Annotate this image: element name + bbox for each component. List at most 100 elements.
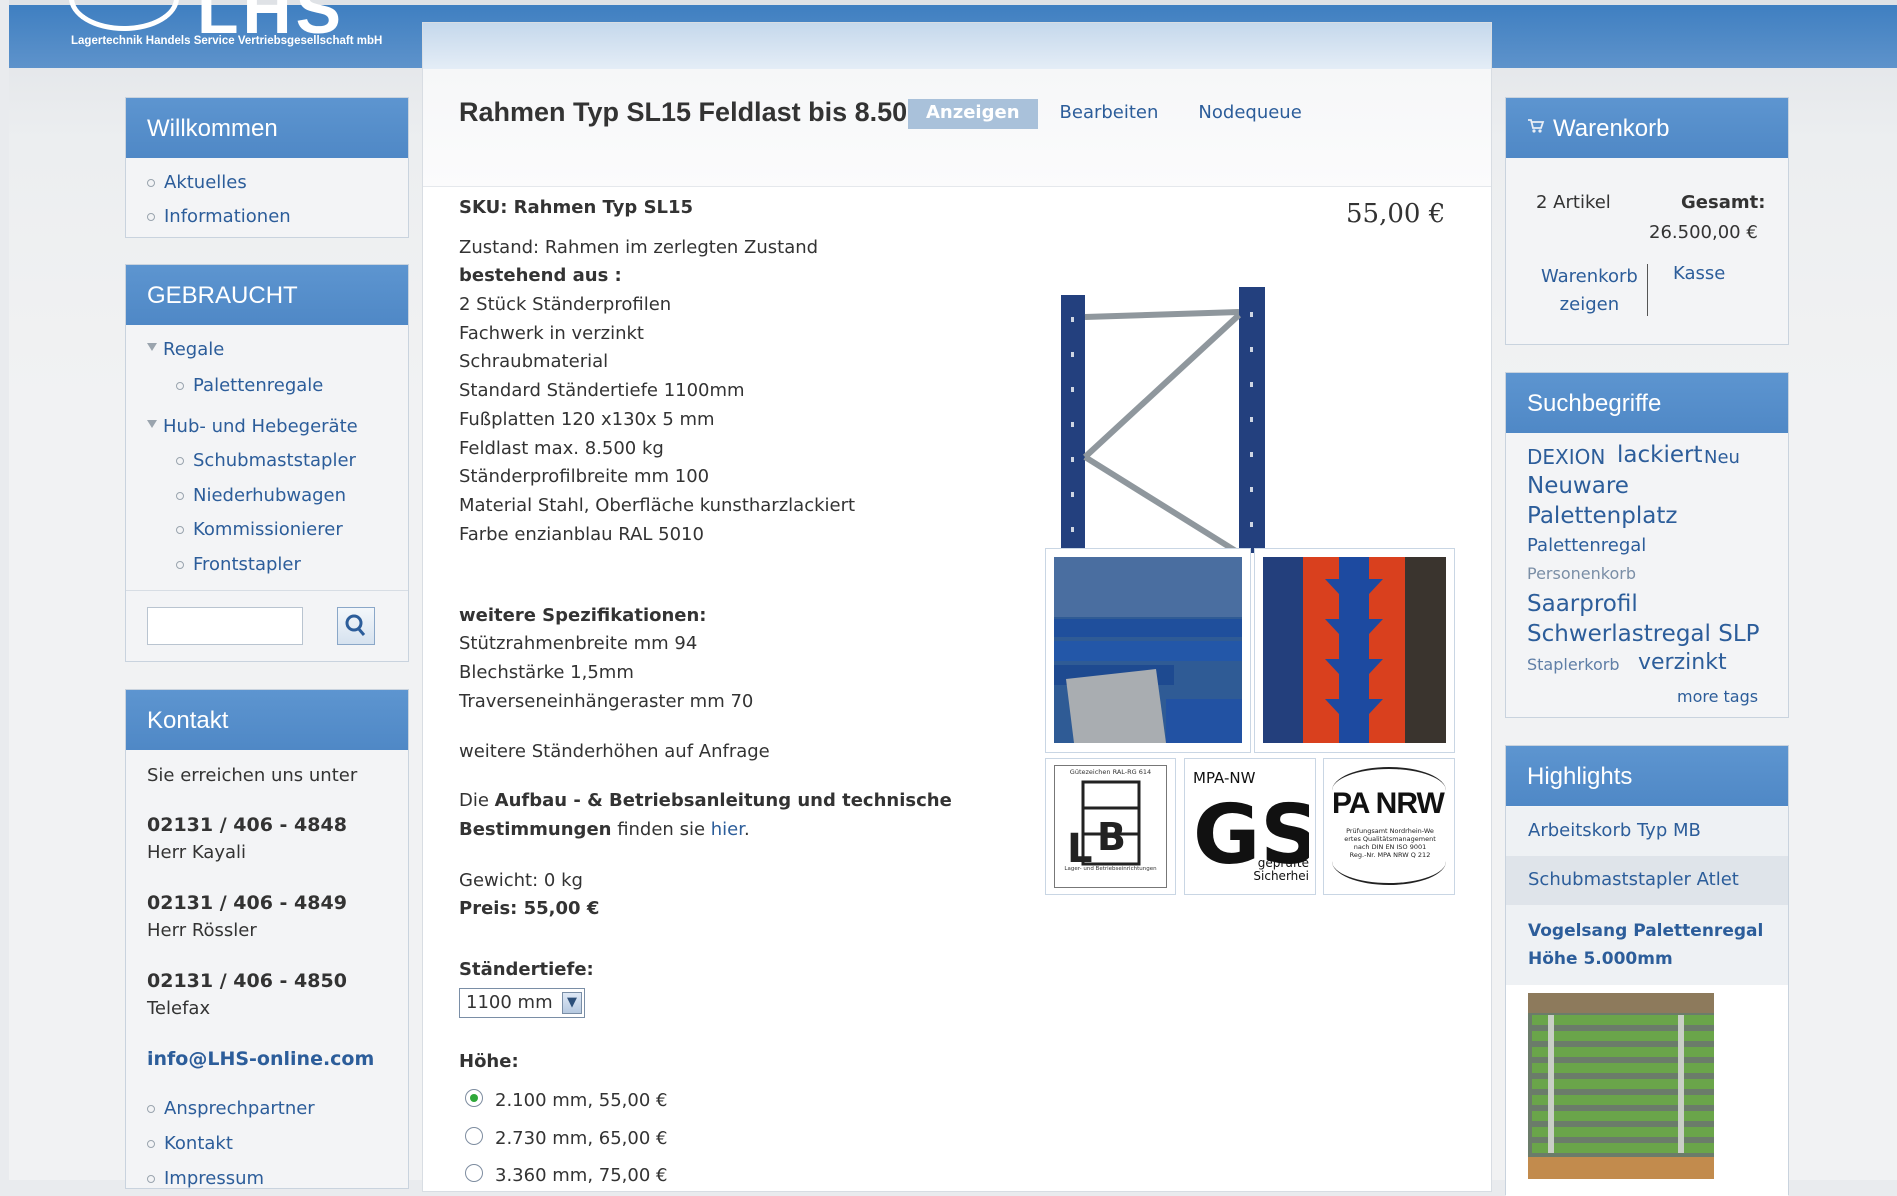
- manual-pre: Die: [459, 790, 495, 811]
- ral-certificate-thumbnail[interactable]: Gütezeichen RAL-RG 614 B L Lager- und Be…: [1045, 758, 1176, 895]
- highlight-item[interactable]: Arbeitskorb Typ MB: [1506, 807, 1788, 856]
- weight: Gewicht: 0 kg: [459, 870, 583, 891]
- tag-link[interactable]: DEXION: [1527, 445, 1605, 469]
- height-radio[interactable]: [465, 1164, 483, 1182]
- tag-link[interactable]: Neu: [1704, 447, 1740, 468]
- menu-item-impressum[interactable]: Impressum: [147, 1168, 264, 1189]
- highlights-block: Highlights Arbeitskorb Typ MB Schubmasts…: [1505, 745, 1789, 1196]
- search-button[interactable]: [337, 607, 375, 645]
- page-title: Rahmen Typ SL15 Feldlast bis 8.500 kg: [459, 97, 962, 127]
- tag-link[interactable]: Saarprofil: [1527, 591, 1638, 617]
- spec-line: Stützrahmenbreite mm 94: [459, 633, 698, 654]
- cart-show-link[interactable]: Warenkorb zeigen: [1541, 263, 1638, 319]
- highlight-item[interactable]: Schubmaststapler Atlet: [1506, 856, 1788, 905]
- desc-line: Fachwerk in verzinkt: [459, 323, 644, 344]
- highlight-featured-line: Vogelsang Palettenregal: [1528, 921, 1764, 941]
- menu-item-ansprechpartner[interactable]: Ansprechpartner: [147, 1098, 315, 1119]
- menu-item-kontakt[interactable]: Kontakt: [147, 1133, 233, 1154]
- tag-link[interactable]: Personenkorb: [1527, 564, 1636, 583]
- checkout-link[interactable]: Kasse: [1673, 263, 1725, 284]
- ral-cert-caption: Lager- und Betriebseinrichtungen: [1064, 866, 1157, 872]
- menu-item-palettenregale[interactable]: Palettenregale: [176, 375, 323, 396]
- menu-label: Regale: [163, 339, 225, 360]
- bullet-icon: [176, 492, 184, 500]
- chevron-down-icon[interactable]: ▼: [562, 992, 582, 1014]
- main-content: Rahmen Typ SL15 Feldlast bis 8.500 kg An…: [422, 22, 1492, 1192]
- height-radio[interactable]: [465, 1089, 483, 1107]
- consists-label: bestehend aus :: [459, 265, 622, 286]
- menu-item-regale[interactable]: Regale: [147, 339, 224, 360]
- tag-link[interactable]: Palettenplatz: [1527, 503, 1677, 529]
- panrw-certificate-thumbnail[interactable]: PA NRW Prüfungsamt Nordrhein-We ertes Qu…: [1323, 758, 1455, 895]
- tag-link[interactable]: Staplerkorb: [1527, 655, 1619, 674]
- svg-text:L: L: [1067, 826, 1093, 870]
- panrw-line: ertes Qualitätsmanagement: [1344, 835, 1436, 843]
- menu-item-hub[interactable]: Hub- und Hebegeräte: [147, 416, 358, 437]
- menu-label: Aktuelles: [164, 172, 247, 193]
- thumbnail-frame[interactable]: [1045, 548, 1251, 753]
- desc-line: Ständerprofilbreite mm 100: [459, 466, 710, 487]
- height-option-label: 3.360 mm, 75,00 €: [495, 1165, 668, 1186]
- phone-contact-name: Herr Kayali: [147, 842, 247, 863]
- tab-nodequeue[interactable]: Nodequeue: [1180, 99, 1319, 129]
- cart-total-value: 26.500,00 €: [1649, 222, 1758, 243]
- certificate-inner: Gütezeichen RAL-RG 614 B L Lager- und Be…: [1054, 765, 1167, 888]
- menu-label: Impressum: [164, 1168, 265, 1189]
- menu-item-niederhubwagen[interactable]: Niederhubwagen: [176, 485, 346, 506]
- panrw-oval: [1332, 767, 1446, 885]
- highlight-image-area: [1506, 985, 1788, 1196]
- highlight-rack-photo[interactable]: [1528, 993, 1714, 1179]
- price-display: 55,00 €: [1346, 199, 1446, 229]
- thumbnail-frame[interactable]: [1254, 548, 1455, 753]
- panrw-small-print: Prüfungsamt Nordrhein-We ertes Qualitäts…: [1330, 827, 1450, 859]
- height-radio[interactable]: [465, 1127, 483, 1145]
- tag-link[interactable]: Schwerlastregal SLP: [1527, 621, 1760, 647]
- phone-number: 02131 / 406 - 4850: [147, 970, 347, 992]
- phone-number: 02131 / 406 - 4848: [147, 814, 347, 836]
- tag-link[interactable]: verzinkt: [1638, 650, 1727, 675]
- cart-show-line: zeigen: [1559, 294, 1620, 315]
- menu-item-schubmaststapler[interactable]: Schubmaststapler: [176, 450, 356, 471]
- tag-link[interactable]: Palettenregal: [1527, 535, 1646, 556]
- tag-link[interactable]: Neuware: [1527, 473, 1629, 499]
- menu-label: Niederhubwagen: [193, 485, 347, 506]
- cart-block: Warenkorb 2 Artikel Gesamt: 26.500,00 € …: [1505, 97, 1789, 345]
- search-input[interactable]: [147, 607, 303, 645]
- tab-anzeigen[interactable]: Anzeigen: [908, 99, 1038, 129]
- email-link[interactable]: info@LHS-online.com: [147, 1048, 374, 1070]
- condition-text: Zustand: Rahmen im zerlegten Zustand: [459, 237, 819, 258]
- menu-item-kommissionierer[interactable]: Kommissionierer: [176, 519, 343, 540]
- panrw-line: Prüfungsamt Nordrhein-We: [1346, 827, 1434, 835]
- manual-text: Bestimmungen finden sie hier.: [459, 819, 750, 840]
- menu-item-informationen[interactable]: Informationen: [147, 206, 291, 227]
- tab-bearbeiten[interactable]: Bearbeiten: [1042, 99, 1177, 129]
- menu-label: Schubmaststapler: [193, 450, 356, 471]
- desc-line: Feldlast max. 8.500 kg: [459, 438, 664, 459]
- logo[interactable]: LHS Lagertechnik Handels Service Vertrie…: [49, 0, 429, 65]
- price-label: Preis: 55,00 €: [459, 898, 600, 919]
- depth-select[interactable]: 1100 mm ▼: [459, 988, 585, 1018]
- spec-line: Blechstärke 1,5mm: [459, 662, 634, 683]
- panrw-line: Reg.-Nr. MPA NRW Q 212: [1349, 851, 1431, 859]
- logo-swoosh-icon: [69, 0, 179, 31]
- contact-title: Kontakt: [126, 690, 408, 750]
- menu-item-frontstapler[interactable]: Frontstapler: [176, 554, 301, 575]
- mpa-certificate-thumbnail[interactable]: MPA-NW GS geprüfte Sicherhei: [1184, 758, 1316, 895]
- tag-link[interactable]: lackiert: [1617, 442, 1702, 468]
- panrw-label: PA NRW: [1332, 787, 1445, 820]
- logo-tagline: Lagertechnik Handels Service Vertriebsge…: [71, 35, 383, 47]
- bullet-icon: [176, 526, 184, 534]
- highlight-featured[interactable]: Vogelsang Palettenregal Höhe 5.000mm: [1506, 905, 1788, 995]
- desc-line: Farbe enzianblau RAL 5010: [459, 524, 704, 545]
- more-tags-link[interactable]: more tags: [1677, 687, 1758, 706]
- highlight-featured-line: Höhe 5.000mm: [1528, 949, 1673, 969]
- mpa-label: MPA-NW: [1193, 769, 1256, 787]
- phone-contact-name: Telefax: [147, 998, 211, 1019]
- menu-item-aktuelles[interactable]: Aktuelles: [147, 172, 247, 193]
- divider: [1647, 264, 1648, 316]
- product-image[interactable]: [1041, 257, 1281, 557]
- manual-link[interactable]: hier: [711, 819, 744, 840]
- tab-label: Nodequeue: [1198, 102, 1302, 123]
- contact-intro: Sie erreichen uns unter: [147, 765, 358, 786]
- tab-label: Bearbeiten: [1059, 102, 1159, 123]
